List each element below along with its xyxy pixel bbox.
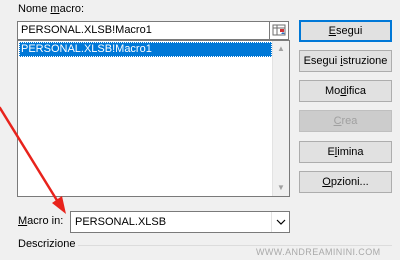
chevron-down-icon[interactable] — [271, 212, 289, 232]
step-into-button[interactable]: Esegui istruzione — [299, 50, 392, 72]
collapse-dialog-button[interactable] — [269, 21, 289, 40]
run-button[interactable]: Esegui — [299, 20, 392, 42]
triangle-up-icon[interactable]: ▲ — [273, 41, 289, 57]
vertical-scrollbar[interactable]: ▲ ▼ — [272, 41, 289, 196]
list-item[interactable]: PERSONAL.XLSB!Macro1 — [19, 42, 272, 57]
macro-in-dropdown[interactable]: PERSONAL.XLSB — [70, 211, 290, 233]
watermark: WWW.ANDREAMININI.COM — [256, 247, 381, 257]
triangle-down-icon[interactable]: ▼ — [273, 180, 289, 196]
macro-name-label: Nome macro: — [18, 3, 85, 15]
macro-in-value: PERSONAL.XLSB — [75, 216, 167, 228]
create-button: Crea — [299, 110, 392, 132]
macro-name-input[interactable]: PERSONAL.XLSB!Macro1 — [17, 21, 273, 40]
options-button[interactable]: Opzioni... — [299, 171, 392, 193]
collapse-dialog-icon — [272, 24, 286, 36]
separator — [78, 245, 392, 246]
delete-button[interactable]: Elimina — [299, 141, 392, 163]
macro-list[interactable]: PERSONAL.XLSB!Macro1 ▲ ▼ — [17, 40, 290, 197]
edit-button[interactable]: Modifica — [299, 80, 392, 102]
macro-in-label: Macro in: — [18, 215, 64, 227]
description-label: Descrizione — [18, 238, 76, 250]
